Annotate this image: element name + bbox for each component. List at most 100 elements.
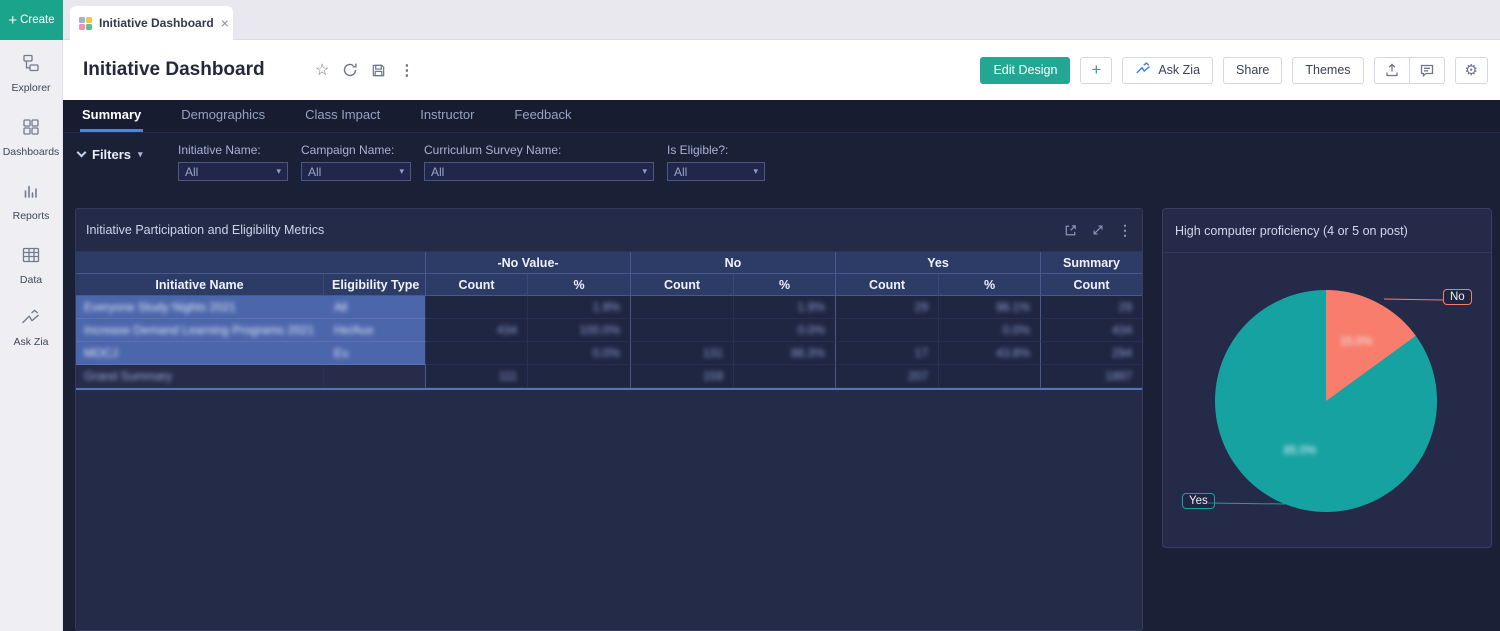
filter-label: Is Eligible?: <box>667 143 765 157</box>
filter-label: Initiative Name: <box>178 143 288 157</box>
cell-text: 43.8% <box>996 346 1030 360</box>
initiative-name-select[interactable]: All ▾ <box>178 162 288 181</box>
cell-text: All <box>334 300 347 314</box>
cell-text: Increase Demand Learning Programs 2021 <box>84 323 314 337</box>
create-button[interactable]: + Create <box>0 0 63 40</box>
ask-zia-icon <box>20 309 42 332</box>
table-row[interactable]: Increase Demand Learning Programs 2021 H… <box>76 319 1142 342</box>
cell-text: MOCJ <box>84 346 118 360</box>
filters-row: Initiative Name: All ▾ Campaign Name: Al… <box>178 143 765 181</box>
table-row[interactable]: MOCJ Ev. 0.0% 131 86.3% 17 43.8% 294 <box>76 342 1142 365</box>
cell-text: 0.0% <box>798 323 825 337</box>
filters-label: Filters <box>92 147 131 162</box>
sidebar-label: Dashboards <box>3 146 60 158</box>
sidebar-item-data[interactable]: Data <box>20 245 42 286</box>
table-column-header: Initiative Name Eligibility Type Count %… <box>76 274 1142 296</box>
export-button[interactable] <box>1374 57 1410 84</box>
filters-toggle[interactable]: Filters ▾ <box>78 147 143 162</box>
cell-text: 1.9% <box>593 300 620 314</box>
column-header[interactable]: Count <box>1041 274 1142 296</box>
chevron-down-icon <box>77 148 87 158</box>
cell-text: 86.3% <box>791 346 825 360</box>
settings-gear-icon[interactable]: ⚙ <box>1455 57 1488 84</box>
tab-instructor[interactable]: Instructor <box>418 100 476 132</box>
cell-text: 131 <box>703 346 723 360</box>
cell-text: 1.9% <box>798 300 825 314</box>
chevron-down-icon: ▾ <box>642 166 647 177</box>
sidebar-item-reports[interactable]: Reports <box>13 181 50 222</box>
cell-text: He/Aux <box>334 323 373 337</box>
cell-text: 159 <box>703 369 723 383</box>
sidebar-label: Ask Zia <box>13 336 48 348</box>
initiative-metrics-panel: Initiative Participation and Eligibility… <box>75 208 1143 631</box>
column-header[interactable]: % <box>528 274 631 296</box>
curriculum-survey-name-select[interactable]: All ▾ <box>424 162 654 181</box>
edit-design-button[interactable]: Edit Design <box>980 57 1070 84</box>
tab-demographics[interactable]: Demographics <box>179 100 267 132</box>
dashboards-icon <box>21 117 41 142</box>
expand-icon[interactable] <box>1091 223 1105 237</box>
pie-data-label-no: 15.0% <box>1340 336 1373 348</box>
column-header[interactable]: % <box>939 274 1041 296</box>
cell-text: 17 <box>915 346 928 360</box>
cell-text: Grand Summary <box>84 369 172 383</box>
table-row[interactable]: Everyone Study Nights 2021 All 1.9% 1.9%… <box>76 296 1142 319</box>
filter-initiative-name: Initiative Name: All ▾ <box>178 143 288 181</box>
pie-callout-no: No <box>1443 289 1472 305</box>
column-header[interactable]: Count <box>631 274 734 296</box>
panel-more-icon[interactable]: ⋮ <box>1118 222 1132 239</box>
refresh-icon[interactable] <box>342 62 358 78</box>
cell-text: 29 <box>1119 300 1132 314</box>
filter-is-eligible: Is Eligible?: All ▾ <box>667 143 765 181</box>
is-eligible-select[interactable]: All ▾ <box>667 162 765 181</box>
panel-header: Initiative Participation and Eligibility… <box>76 209 1142 252</box>
sidebar-item-ask-zia[interactable]: Ask Zia <box>13 309 48 348</box>
table-row[interactable]: Grand Summary 111 159 207 1897 <box>76 365 1142 388</box>
tab-initiative-dashboard[interactable]: Initiative Dashboard × <box>70 6 233 40</box>
column-header[interactable]: Count <box>426 274 528 296</box>
left-sidebar: Explorer Dashboards Reports Data Ask Zia <box>0 40 63 631</box>
column-header[interactable]: Count <box>836 274 939 296</box>
group-header-cell <box>76 252 426 274</box>
filter-campaign-name: Campaign Name: All ▾ <box>301 143 411 181</box>
open-in-new-icon[interactable] <box>1063 223 1078 238</box>
cell-text: 0.0% <box>593 346 620 360</box>
cell-text: 434 <box>497 323 517 337</box>
dashboard-content: Summary Demographics Class Impact Instru… <box>63 100 1500 631</box>
save-icon[interactable] <box>371 63 386 78</box>
tab-feedback[interactable]: Feedback <box>512 100 573 132</box>
explorer-icon <box>21 53 41 78</box>
dashboard-icon <box>79 17 92 30</box>
data-icon <box>21 245 41 270</box>
sidebar-label: Explorer <box>11 82 50 94</box>
sidebar-label: Reports <box>13 210 50 222</box>
close-icon[interactable]: × <box>221 16 229 30</box>
group-header-cell: No <box>631 252 836 274</box>
column-header[interactable]: Initiative Name <box>76 274 324 296</box>
cell-text: 434 <box>1112 323 1132 337</box>
tab-summary[interactable]: Summary <box>80 100 143 132</box>
ask-zia-button[interactable]: Ask Zia <box>1122 57 1213 84</box>
cell-text: 98.1% <box>996 300 1030 314</box>
dashboard-header: Initiative Dashboard ☆ ⋮ Edit Design + A… <box>63 40 1500 100</box>
more-options-icon[interactable]: ⋮ <box>399 61 414 79</box>
favorite-star-icon[interactable]: ☆ <box>315 60 329 80</box>
sidebar-item-dashboards[interactable]: Dashboards <box>3 117 60 158</box>
share-button[interactable]: Share <box>1223 57 1282 84</box>
themes-button[interactable]: Themes <box>1292 57 1363 84</box>
sidebar-label: Data <box>20 274 42 286</box>
add-button[interactable]: + <box>1080 57 1112 84</box>
column-header[interactable]: Eligibility Type <box>324 274 426 296</box>
comments-button[interactable] <box>1410 57 1445 84</box>
pie-data-label-yes: 85.0% <box>1284 445 1317 457</box>
campaign-name-select[interactable]: All ▾ <box>301 162 411 181</box>
analytics-app: + Create Initiative Dashboard × Explorer… <box>0 0 1500 631</box>
caret-down-icon: ▾ <box>138 149 143 160</box>
filter-label: Campaign Name: <box>301 143 411 157</box>
ask-zia-label: Ask Zia <box>1158 63 1200 77</box>
pie-callout-yes: Yes <box>1182 493 1215 509</box>
sidebar-item-explorer[interactable]: Explorer <box>11 53 50 94</box>
column-header[interactable]: % <box>734 274 836 296</box>
pie-chart[interactable] <box>1215 290 1437 512</box>
tab-class-impact[interactable]: Class Impact <box>303 100 382 132</box>
